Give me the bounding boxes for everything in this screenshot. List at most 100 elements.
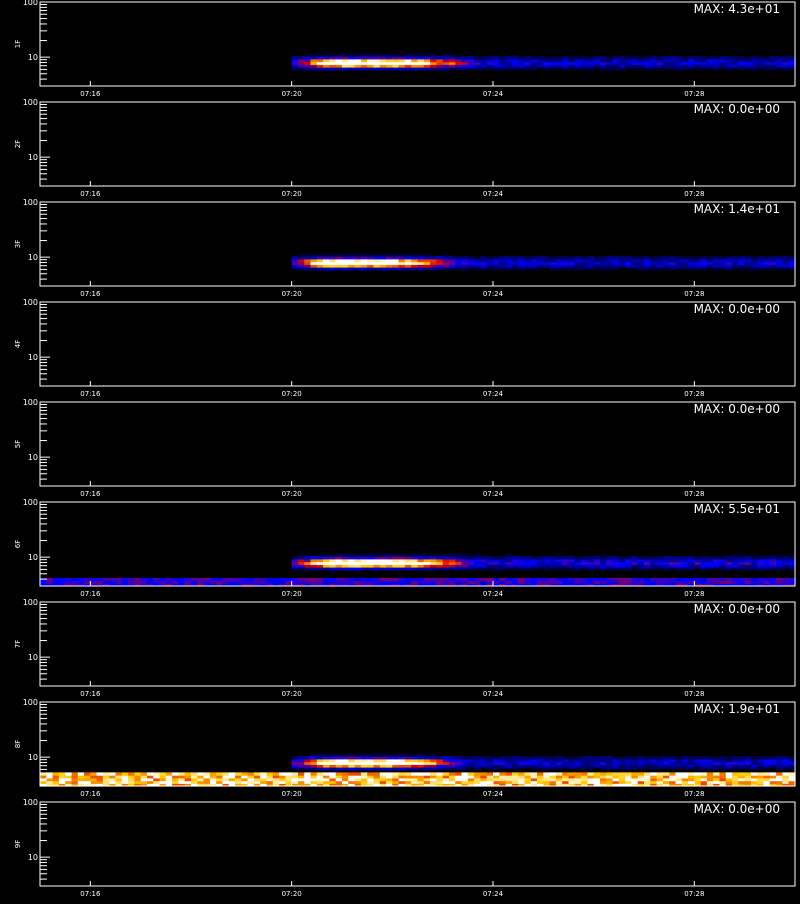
- heatmap-cell: [298, 772, 305, 776]
- y-tick-label: 10: [28, 53, 38, 62]
- heatmap-cell: [235, 577, 242, 582]
- heatmap-cell: [423, 577, 431, 582]
- heatmap-cell: [316, 253, 324, 257]
- heatmap-cell: [719, 556, 727, 560]
- heatmap-cell: [392, 753, 400, 757]
- heatmap-cell: [436, 56, 444, 60]
- heatmap-cell: [90, 772, 98, 776]
- y-axis-label: 4F: [14, 340, 22, 348]
- heatmap-cell: [744, 772, 752, 776]
- heatmap-cell: [298, 253, 305, 257]
- heatmap-cell: [373, 577, 381, 582]
- y-tick-label: 10: [28, 453, 38, 462]
- heatmap-cell: [568, 577, 576, 582]
- heatmap-cell: [694, 756, 702, 760]
- heatmap-cell: [373, 53, 381, 57]
- heatmap-cell: [738, 756, 746, 760]
- heatmap-cell: [574, 756, 582, 760]
- heatmap-cell: [694, 256, 702, 260]
- heatmap-cell: [524, 772, 532, 776]
- heatmap-cell: [757, 772, 765, 776]
- heatmap-cell: [316, 753, 324, 757]
- heatmap-cell: [782, 756, 790, 760]
- heatmap-cell: [751, 772, 758, 776]
- heatmap-cell: [606, 556, 614, 560]
- heatmap-cell: [436, 553, 444, 557]
- heatmap-cell: [757, 256, 765, 260]
- heatmap-cell: [272, 772, 280, 776]
- heatmap-cell: [329, 253, 337, 257]
- x-tick-label: 07:24: [483, 90, 504, 98]
- heatmap-cell: [335, 753, 343, 757]
- heatmap-cell: [587, 756, 595, 760]
- heatmap-cell: [606, 772, 614, 776]
- heatmap-cell: [467, 56, 475, 60]
- y-tick-label: 100: [23, 0, 38, 7]
- heatmap-cell: [228, 772, 236, 776]
- heatmap-cell: [373, 772, 381, 776]
- max-label: MAX: 0.0e+00: [694, 302, 780, 316]
- heatmap-cell: [342, 577, 349, 582]
- heatmap-cell: [713, 756, 721, 760]
- y-tick-label: 10: [28, 653, 38, 662]
- heatmap-cell: [776, 577, 783, 582]
- x-tick-label: 07:20: [282, 290, 302, 298]
- heatmap-cell: [606, 577, 614, 582]
- heatmap-cell: [631, 556, 639, 560]
- heatmap-cell: [109, 577, 117, 582]
- heatmap-cell: [593, 256, 601, 260]
- heatmap-cell: [713, 577, 721, 582]
- heatmap-cell: [342, 53, 349, 57]
- heatmap-cell: [537, 772, 544, 776]
- y-axis-label: 5F: [14, 440, 22, 448]
- heatmap-cell: [159, 577, 167, 582]
- heatmap-cell: [480, 772, 488, 776]
- heatmap-cell: [134, 577, 142, 582]
- x-tick-label: 07:16: [80, 890, 101, 898]
- heatmap-cell: [335, 772, 343, 776]
- heatmap-cell: [310, 772, 318, 776]
- heatmap-cell: [373, 553, 381, 557]
- heatmap-cell: [442, 756, 450, 760]
- heatmap-cell: [184, 577, 192, 582]
- heatmap-cell: [549, 56, 557, 60]
- heatmap-cell: [505, 756, 513, 760]
- heatmap-cell: [467, 577, 475, 582]
- heatmap-cell: [480, 256, 488, 260]
- x-tick-label: 07:16: [80, 290, 101, 298]
- heatmap-cell: [725, 56, 733, 60]
- x-tick-label: 07:20: [282, 790, 302, 798]
- x-tick-label: 07:20: [282, 490, 302, 498]
- y-tick-label: 10: [28, 853, 38, 862]
- heatmap-cell: [58, 577, 66, 582]
- heatmap-cell: [637, 772, 645, 776]
- heatmap-cell: [379, 553, 387, 557]
- heatmap-cell: [555, 577, 563, 582]
- heatmap-cell: [719, 56, 727, 60]
- heatmap-cell: [442, 553, 450, 557]
- heatmap-cell: [455, 553, 463, 557]
- heatmap-cell: [398, 772, 406, 776]
- panel-6f: 100 10 07:16 07:20 07:24 07:28 6F MAX: 5.5e+01: [14, 498, 796, 598]
- heatmap-cell: [543, 772, 551, 776]
- heatmap-cell: [650, 577, 658, 582]
- heatmap-cell: [430, 753, 437, 757]
- panel-8f: 100 10 07:16 07:20 07:24 07:28 8F MAX: 1.9e+01: [14, 698, 796, 798]
- heatmap-cell: [392, 253, 400, 257]
- x-tick-label: 07:20: [282, 390, 302, 398]
- heatmap-cell: [757, 577, 765, 582]
- heatmap-cell: [719, 256, 727, 260]
- heatmap-cell: [769, 256, 777, 260]
- heatmap-cell: [348, 53, 356, 57]
- heatmap-cell: [316, 553, 324, 557]
- heatmap-cell: [700, 577, 708, 582]
- heatmap-cell: [323, 53, 330, 57]
- heatmap-cell: [511, 772, 519, 776]
- x-tick-label: 07:28: [684, 490, 704, 498]
- heatmap-cell: [625, 772, 632, 776]
- heatmap-cell: [776, 553, 783, 557]
- heatmap-cell: [392, 53, 400, 57]
- heatmap-cell: [153, 577, 161, 582]
- y-axis-label: 6F: [14, 540, 22, 548]
- heatmap-cell: [688, 577, 695, 582]
